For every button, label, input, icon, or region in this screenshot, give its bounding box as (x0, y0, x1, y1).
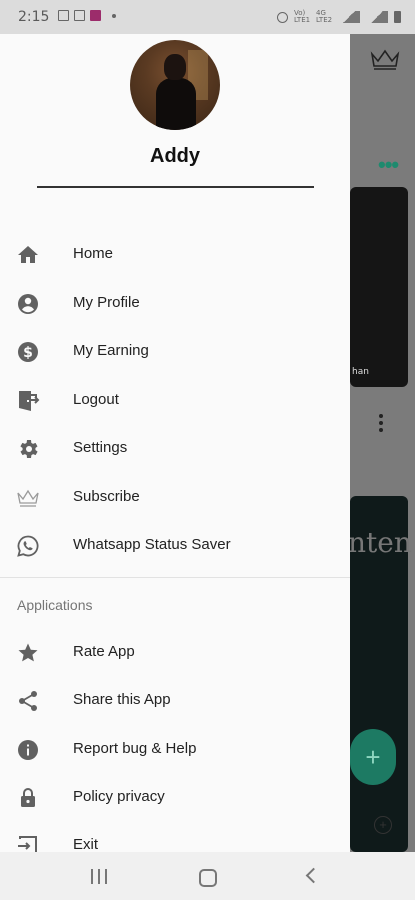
back-icon[interactable] (305, 867, 322, 884)
avatar[interactable] (130, 40, 220, 130)
background-app-scrim[interactable]: ••• han nten + + (350, 34, 415, 852)
drawer-item-label: Logout (73, 391, 119, 408)
home-icon (18, 246, 38, 263)
drawer-item-share-app[interactable]: Share this App (0, 678, 350, 724)
drawer-item-whatsapp-status-saver[interactable]: Whatsapp Status Saver (0, 523, 350, 569)
card-caption: han (352, 367, 369, 377)
drawer-divider (0, 577, 350, 578)
signal-icon-2 (366, 11, 388, 23)
drawer-item-label: My Earning (73, 342, 149, 359)
crown-icon (17, 489, 39, 507)
crown-icon (370, 49, 400, 70)
section-header-applications: Applications (17, 597, 93, 613)
home-button-icon[interactable] (199, 869, 217, 887)
share-icon (19, 691, 37, 711)
drawer-item-exit[interactable]: Exit (0, 823, 350, 852)
exit-icon (18, 836, 37, 852)
gmail-icon (74, 10, 85, 21)
drawer-item-label: Whatsapp Status Saver (73, 536, 231, 553)
drawer-item-home[interactable]: Home (0, 232, 350, 278)
content-card: nten (350, 496, 412, 852)
alarm-icon (277, 11, 288, 23)
user-name: Addy (150, 145, 200, 167)
content-card: han (350, 187, 408, 387)
battery-icon (394, 11, 401, 23)
svg-text:$: $ (23, 345, 33, 361)
drawer-item-label: Report bug & Help (73, 740, 197, 757)
status-time: 2:15 (18, 9, 50, 25)
drawer-item-rate-app[interactable]: Rate App (0, 630, 350, 676)
kebab-menu-icon (379, 414, 383, 435)
whatsapp-icon (17, 535, 39, 557)
drawer-item-settings[interactable]: Settings (0, 426, 350, 472)
add-circle-icon: + (374, 816, 392, 834)
navigation-drawer: Addy Home My Profile $ My Earning Logout… (0, 34, 350, 852)
drawer-item-my-earning[interactable]: $ My Earning (0, 329, 350, 375)
drawer-item-label: Home (73, 245, 114, 262)
status-bar: 2:15 Vo) LTE1 4G LTE2 (0, 0, 415, 34)
system-nav-bar (0, 852, 415, 900)
dollar-circle-icon: $ (18, 342, 38, 362)
logout-door-icon (19, 391, 40, 411)
drawer-item-my-profile[interactable]: My Profile (0, 281, 350, 327)
gear-icon (20, 440, 38, 458)
more-notifications-icon (112, 13, 116, 18)
app-notification-icon (90, 10, 101, 21)
info-icon (18, 740, 38, 760)
drawer-item-label: Rate App (73, 643, 135, 660)
notification-icons (58, 10, 116, 21)
card-text: nten (350, 526, 412, 559)
network-label-2: 4G LTE2 (316, 9, 333, 24)
drawer-item-report-bug[interactable]: Report bug & Help (0, 727, 350, 773)
drawer-item-label: Settings (73, 439, 128, 456)
account-circle-icon (18, 294, 38, 314)
drawer-item-label: Share this App (73, 691, 171, 708)
drawer-item-label: Exit (73, 836, 99, 852)
drawer-item-subscribe[interactable]: Subscribe (0, 475, 350, 521)
drawer-item-logout[interactable]: Logout (0, 378, 350, 424)
lock-icon (21, 788, 35, 807)
recent-apps-icon[interactable] (91, 869, 107, 884)
drawer-item-label: Subscribe (73, 488, 140, 505)
network-label-1: Vo) LTE1 (294, 9, 311, 24)
drawer-item-policy-privacy[interactable]: Policy privacy (0, 775, 350, 821)
star-icon (18, 643, 38, 662)
signal-icon-1 (338, 11, 360, 23)
more-dots-icon: ••• (378, 152, 399, 177)
gallery-icon (58, 10, 69, 21)
drawer-item-label: My Profile (73, 294, 140, 311)
system-icons: Vo) LTE1 4G LTE2 (277, 10, 401, 24)
drawer-item-label: Policy privacy (73, 788, 165, 805)
user-name-underline (37, 186, 314, 188)
add-fab: + (350, 729, 396, 785)
